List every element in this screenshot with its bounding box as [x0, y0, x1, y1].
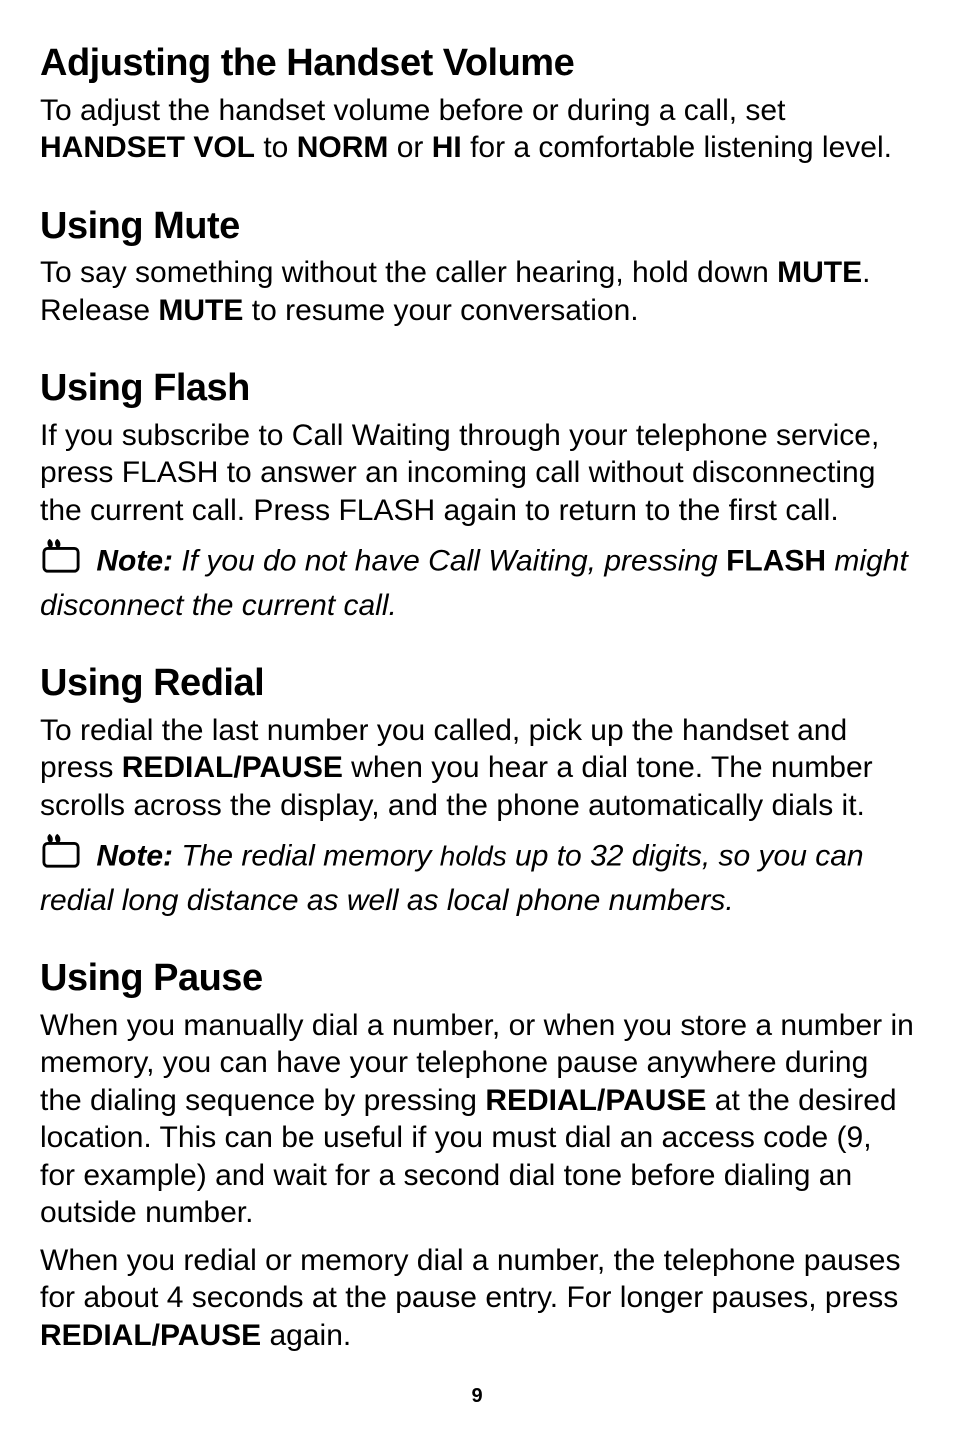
heading-flash: Using Flash: [40, 365, 914, 413]
body-mute: To say something without the caller hear…: [40, 254, 914, 329]
text: or: [388, 131, 431, 164]
text: If you do not have Call Waiting, pressin…: [173, 545, 726, 578]
body-flash: If you subscribe to Call Waiting through…: [40, 417, 914, 530]
body-pause-2: When you redial or memory dial a number,…: [40, 1242, 914, 1355]
body-adjust-volume: To adjust the handset volume before or d…: [40, 92, 914, 167]
text: to resume your conversation.: [243, 294, 638, 327]
page-number: 9: [40, 1384, 914, 1409]
body-pause-1: When you manually dial a number, or when…: [40, 1007, 914, 1232]
note-label: Note:: [96, 840, 173, 873]
section-pause: Using Pause When you manually dial a num…: [40, 955, 914, 1354]
section-adjust-volume: Adjusting the Handset Volume To adjust t…: [40, 40, 914, 167]
heading-mute: Using Mute: [40, 203, 914, 251]
label-handset-vol: HANDSET VOL: [40, 131, 255, 164]
label-hi: HI: [432, 131, 462, 164]
text: to: [255, 131, 297, 164]
label-norm: NORM: [297, 131, 389, 164]
text: To adjust the handset volume before or d…: [40, 94, 785, 127]
heading-adjust-volume: Adjusting the Handset Volume: [40, 40, 914, 88]
text: holds: [440, 841, 507, 872]
heading-redial: Using Redial: [40, 660, 914, 708]
text: for a comfortable listening level.: [462, 131, 892, 164]
label-mute: MUTE: [158, 294, 243, 327]
section-flash: Using Flash If you subscribe to Call Wai…: [40, 365, 914, 624]
text: To say something without the caller hear…: [40, 256, 777, 289]
section-mute: Using Mute To say something without the …: [40, 203, 914, 330]
note-label: Note:: [96, 545, 173, 578]
text: again.: [261, 1319, 351, 1352]
note-flash: Note: If you do not have Call Waiting, p…: [40, 539, 914, 624]
note-redial: Note: The redial memory holds up to 32 d…: [40, 834, 914, 919]
text: The redial memory: [173, 840, 440, 873]
label-flash: FLASH: [726, 545, 826, 578]
note-icon: [40, 832, 82, 880]
label-redial-pause: REDIAL/PAUSE: [40, 1319, 261, 1352]
body-redial: To redial the last number you called, pi…: [40, 712, 914, 825]
note-icon: [40, 537, 82, 585]
label-mute: MUTE: [777, 256, 862, 289]
label-redial-pause: REDIAL/PAUSE: [485, 1084, 706, 1117]
section-redial: Using Redial To redial the last number y…: [40, 660, 914, 919]
heading-pause: Using Pause: [40, 955, 914, 1003]
text: When you redial or memory dial a number,…: [40, 1244, 901, 1315]
label-redial-pause: REDIAL/PAUSE: [122, 751, 343, 784]
